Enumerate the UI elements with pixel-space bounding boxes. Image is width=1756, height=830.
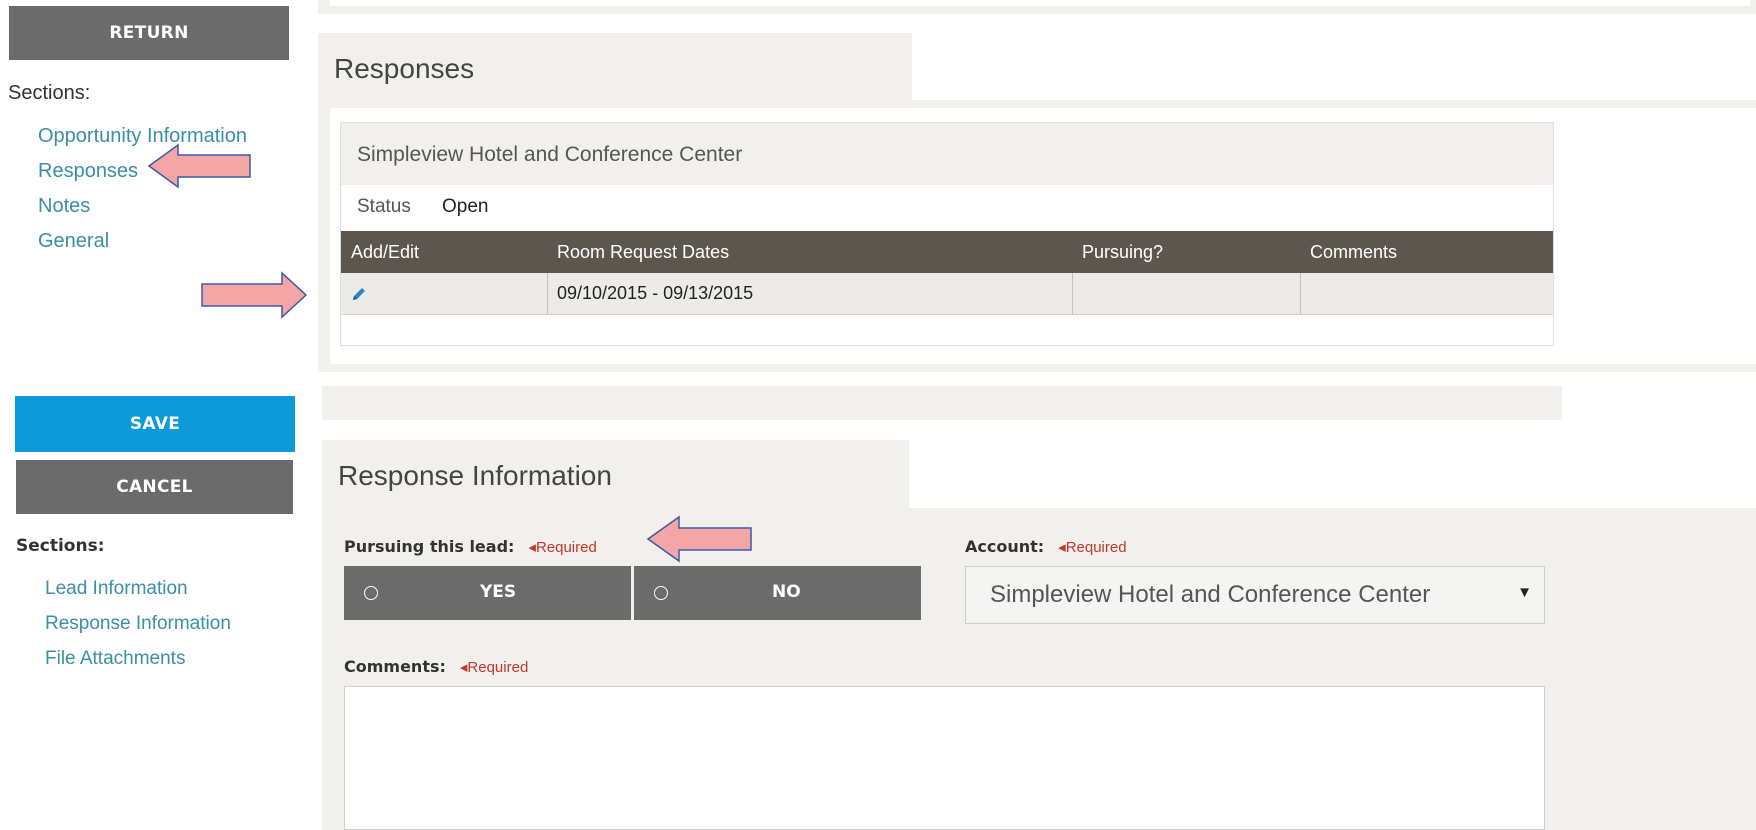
pencil-icon[interactable] xyxy=(351,286,367,302)
response-information-title: Response Information xyxy=(338,460,612,491)
required-indicator: ◂Required xyxy=(459,659,529,676)
table-row: 09/10/2015 - 09/13/2015 xyxy=(341,273,1553,315)
cancel-button[interactable]: CANCEL xyxy=(16,460,293,514)
responses-table-header: Add/Edit Room Request Dates Pursuing? Co… xyxy=(341,231,1553,273)
hotel-name: Simpleview Hotel and Conference Center xyxy=(357,143,743,166)
account-select[interactable]: Simpleview Hotel and Conference Center ▼ xyxy=(965,566,1545,624)
save-button[interactable]: SAVE xyxy=(15,396,295,452)
section-link-response-information[interactable]: Response Information xyxy=(45,613,231,635)
pursuing-label: Pursuing this lead: ◂Required xyxy=(344,537,597,556)
col-pursuing: Pursuing? xyxy=(1082,241,1164,262)
responses-title: Responses xyxy=(334,53,475,84)
right-arrow-annotation-icon xyxy=(201,271,308,319)
radio-circle-icon xyxy=(654,586,668,600)
col-room-request-dates: Room Request Dates xyxy=(557,241,730,262)
response-information-tab: Response Information xyxy=(322,440,909,515)
row-pursuing xyxy=(1072,273,1300,314)
yes-label: YES xyxy=(480,582,517,602)
no-label: NO xyxy=(772,582,801,602)
pursuing-yes-radio[interactable]: YES xyxy=(344,566,631,620)
chevron-down-icon: ▼ xyxy=(1517,584,1532,601)
account-label: Account: ◂Required xyxy=(965,537,1127,556)
row-comments xyxy=(1300,273,1553,314)
account-select-value: Simpleview Hotel and Conference Center xyxy=(990,581,1431,608)
section-link-notes[interactable]: Notes xyxy=(38,195,90,218)
responses-tab: Responses xyxy=(318,33,912,108)
status-label: Status xyxy=(357,196,411,217)
hotel-response-card: Simpleview Hotel and Conference Center S… xyxy=(340,122,1554,346)
radio-circle-icon xyxy=(364,586,378,600)
row-dates: 09/10/2015 - 09/13/2015 xyxy=(557,283,754,303)
sections-label-bottom: Sections: xyxy=(16,536,105,556)
required-indicator: ◂Required xyxy=(528,539,597,556)
left-arrow-annotation-icon xyxy=(646,515,752,563)
section-link-responses[interactable]: Responses xyxy=(38,160,138,183)
comments-label: Comments: ◂Required xyxy=(344,657,529,676)
edit-cell xyxy=(341,273,547,314)
col-comments: Comments xyxy=(1310,241,1398,262)
section-link-lead-information[interactable]: Lead Information xyxy=(45,578,188,600)
pursuing-no-radio[interactable]: NO xyxy=(634,566,921,620)
top-panel-edge xyxy=(318,0,1756,14)
left-arrow-annotation-icon xyxy=(147,143,251,189)
return-button[interactable]: RETURN xyxy=(9,6,289,60)
col-add-edit: Add/Edit xyxy=(351,241,420,262)
status-value: Open xyxy=(442,196,489,217)
section-link-general[interactable]: General xyxy=(38,230,109,253)
separator-panel xyxy=(322,386,1566,420)
required-indicator: ◂Required xyxy=(1058,539,1127,556)
sections-label: Sections: xyxy=(8,82,91,104)
comments-textarea[interactable] xyxy=(344,686,1545,830)
section-link-file-attachments[interactable]: File Attachments xyxy=(45,648,185,670)
hotel-card-header: Simpleview Hotel and Conference Center xyxy=(341,123,1553,185)
